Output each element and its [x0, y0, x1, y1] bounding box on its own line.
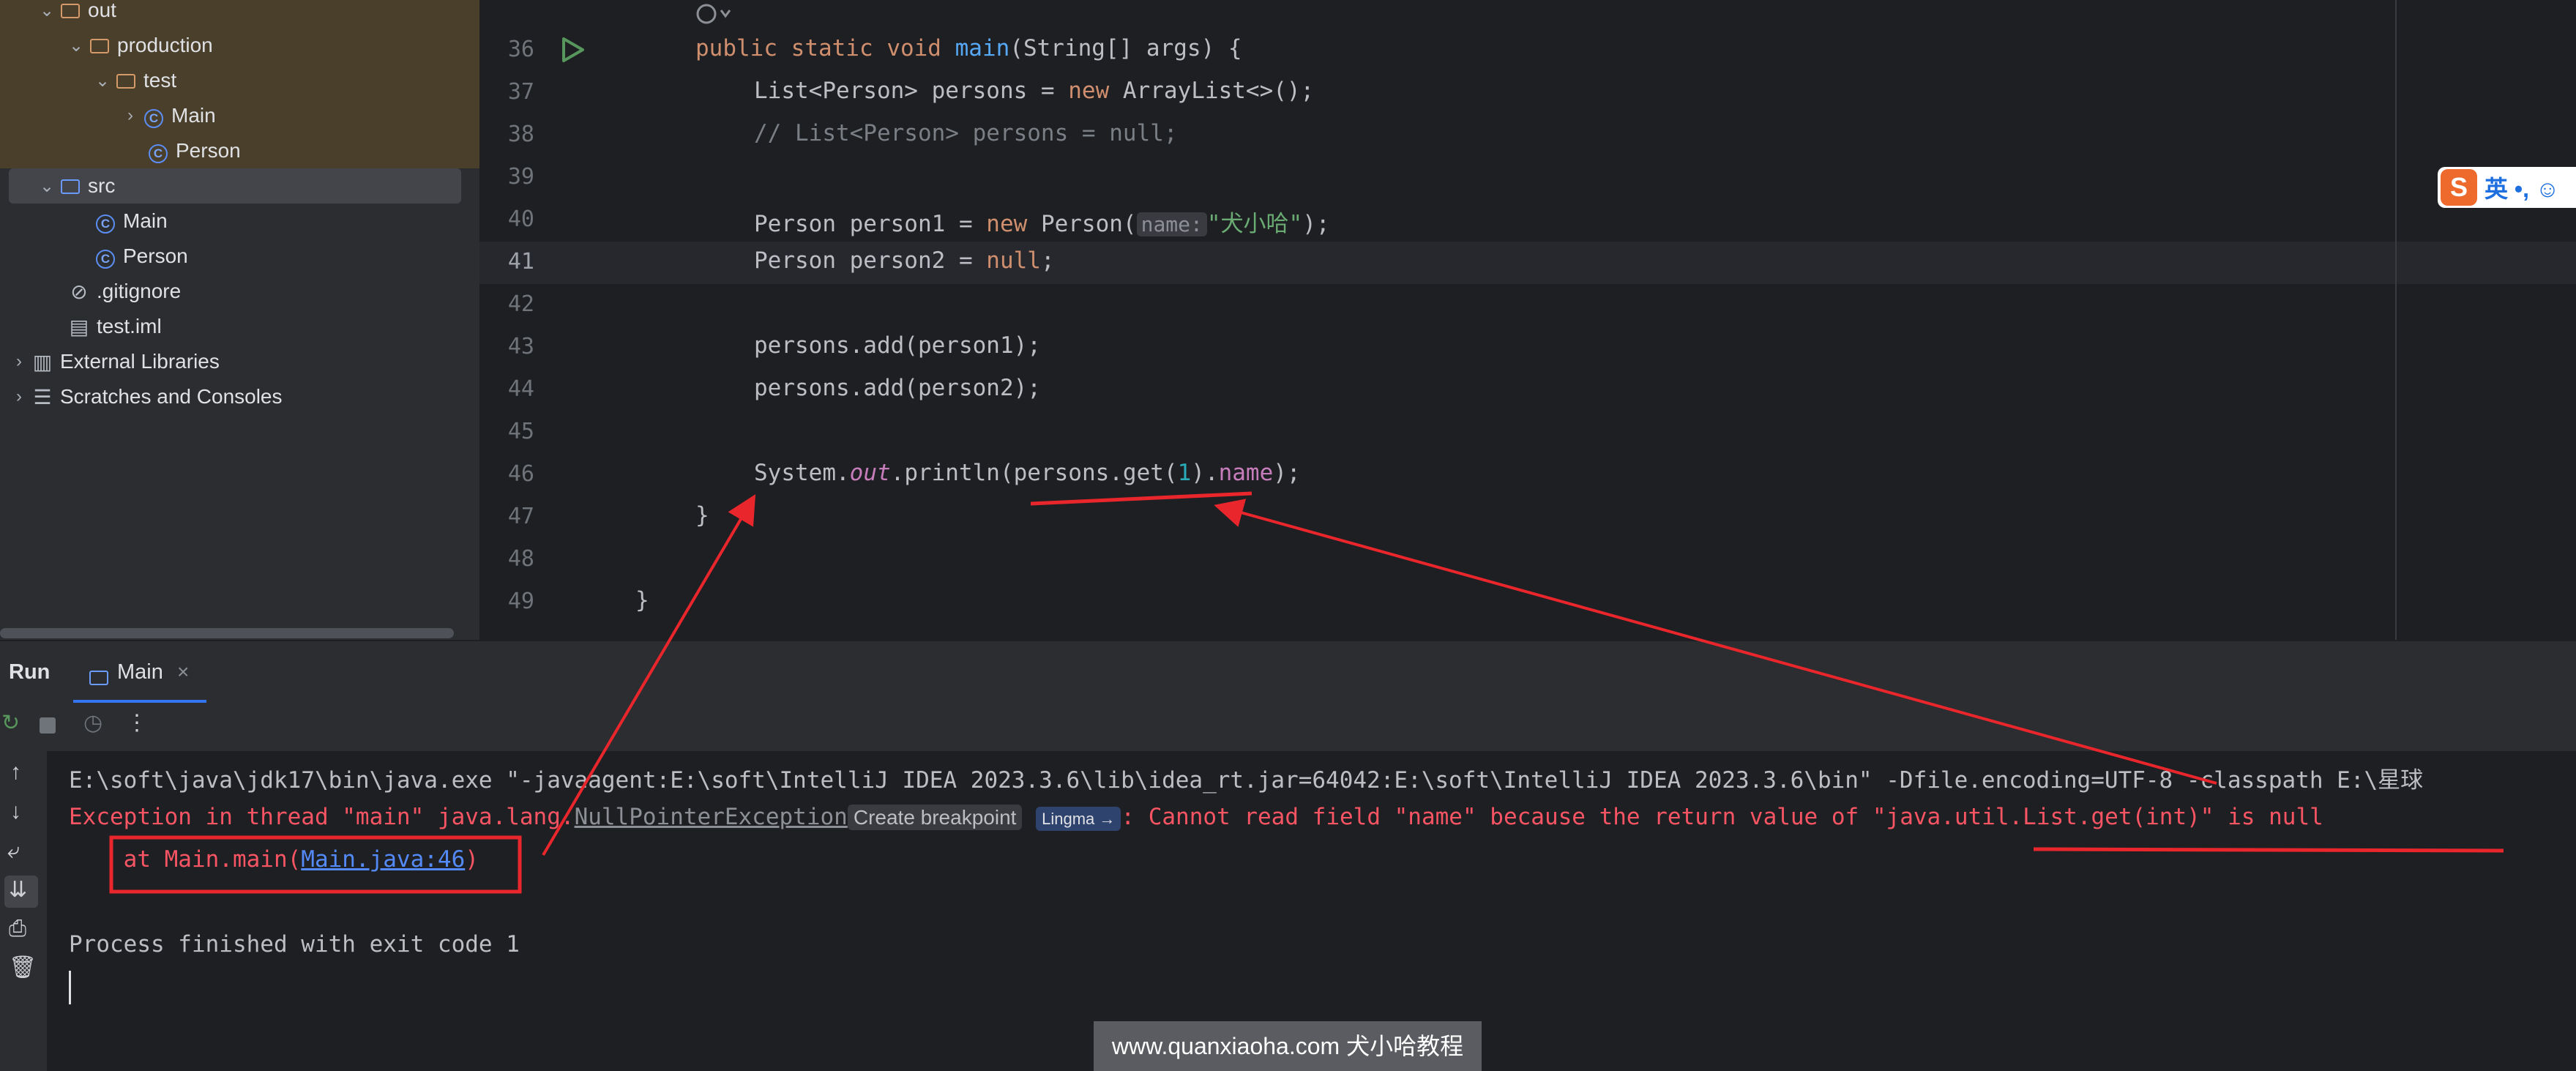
- arrow-to-println: [542, 494, 756, 857]
- code-underline: [1030, 491, 1252, 506]
- watermark: www.quanxiaoha.com 犬小哈教程: [1094, 1021, 1482, 1071]
- message-underline: [2033, 847, 2504, 853]
- annotation-overlay: [109, 491, 2504, 894]
- stacktrace-highlight-box: [109, 835, 522, 894]
- arrow-to-get: [1214, 499, 2217, 785]
